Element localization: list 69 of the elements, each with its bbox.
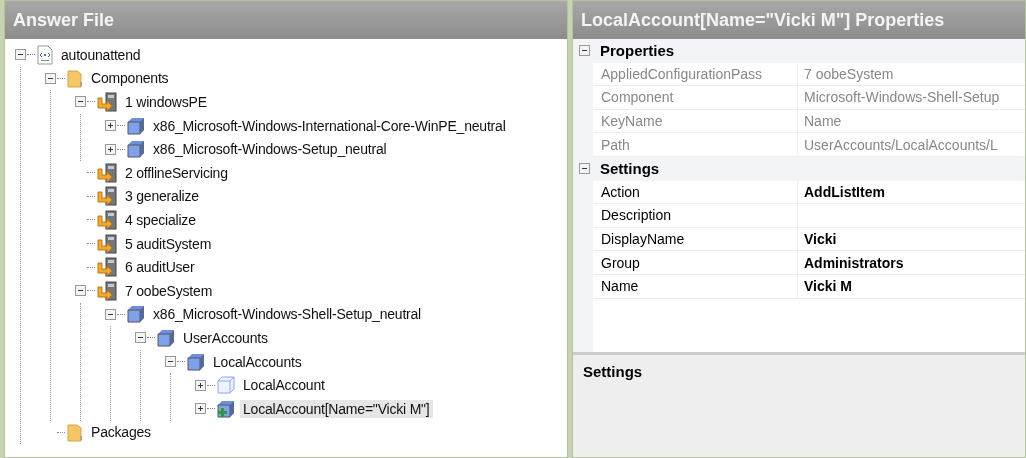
- tree-item[interactable]: autounattend: [58, 45, 144, 64]
- category-label: Settings: [600, 160, 660, 178]
- server-arrow-icon: [96, 233, 118, 254]
- collapse-toggle[interactable]: [105, 308, 116, 320]
- tree-item[interactable]: 7 oobeSystem: [122, 281, 216, 300]
- collapse-toggle[interactable]: [579, 163, 590, 175]
- cube-icon: [126, 115, 146, 136]
- tree-item[interactable]: Packages: [88, 423, 154, 442]
- folder-icon: [66, 68, 84, 89]
- tree-item[interactable]: LocalAccount[Name="Vicki M"]: [240, 399, 433, 418]
- expand-toggle[interactable]: [195, 403, 206, 415]
- property-value[interactable]: Vicki: [804, 231, 837, 248]
- tree-item[interactable]: 1 windowsPE: [122, 93, 210, 111]
- pane-title: Answer File: [5, 1, 567, 39]
- property-name: Description: [593, 204, 798, 228]
- cube-plus-icon: [216, 398, 236, 419]
- server-arrow-icon: [96, 92, 118, 112]
- collapse-toggle[interactable]: [165, 356, 176, 367]
- cube-icon: [186, 351, 206, 372]
- expand-toggle[interactable]: [105, 143, 116, 155]
- server-arrow-icon: [96, 162, 118, 183]
- property-name: Action: [593, 180, 798, 205]
- tree-item[interactable]: UserAccounts: [180, 328, 271, 347]
- description-title: Settings: [583, 363, 644, 380]
- tree-item[interactable]: 5 auditSystem: [122, 234, 215, 253]
- tree-item[interactable]: LocalAccount: [240, 376, 328, 395]
- property-value[interactable]: Administrators: [804, 254, 904, 271]
- collapse-toggle[interactable]: [45, 72, 56, 84]
- property-value[interactable]: AddListItem: [804, 183, 885, 200]
- collapse-toggle[interactable]: [75, 96, 86, 108]
- tree-item[interactable]: 2 offlineServicing: [122, 163, 231, 182]
- property-value[interactable]: UserAccounts/LocalAccounts/L: [804, 136, 998, 153]
- tree-item[interactable]: 3 generalize: [122, 187, 202, 206]
- collapse-toggle[interactable]: [75, 285, 86, 297]
- property-name: Path: [593, 133, 798, 157]
- tree-item[interactable]: x86_Microsoft-Windows-Shell-Setup_neutral: [150, 305, 425, 324]
- property-name: Component: [593, 86, 798, 110]
- tree-item[interactable]: LocalAccounts: [210, 352, 305, 371]
- collapse-toggle[interactable]: [135, 332, 146, 344]
- cube-icon: [156, 327, 176, 348]
- folder-icon: [66, 422, 84, 443]
- tree-item[interactable]: x86_Microsoft-Windows-International-Core-WinPE_neutral: [150, 116, 509, 135]
- document-icon: [36, 44, 54, 65]
- tree-item[interactable]: 4 specialize: [122, 210, 199, 229]
- cube-outline-icon: [216, 375, 236, 396]
- pane-title: LocalAccount[Name="Vicki M"] Properties: [573, 1, 1025, 39]
- property-name: Name: [593, 274, 798, 299]
- server-arrow-icon: [96, 257, 118, 278]
- property-value[interactable]: Vicki M: [804, 278, 852, 295]
- cube-icon: [126, 304, 146, 325]
- cube-icon: [126, 139, 146, 160]
- property-name: KeyName: [593, 109, 798, 134]
- expand-toggle[interactable]: [195, 379, 206, 391]
- property-name: Group: [593, 251, 798, 275]
- property-name: DisplayName: [593, 227, 798, 252]
- property-value[interactable]: Microsoft-Windows-Shell-Setup: [804, 89, 1000, 106]
- tree-item[interactable]: 6 auditUser: [122, 258, 198, 277]
- tree-item[interactable]: x86_Microsoft-Windows-Setup_neutral: [150, 140, 390, 159]
- tree-item[interactable]: Components: [88, 69, 172, 88]
- category-label: Properties: [600, 42, 675, 60]
- collapse-toggle[interactable]: [579, 45, 590, 57]
- property-value[interactable]: Name: [804, 113, 842, 130]
- collapse-toggle[interactable]: [15, 49, 26, 61]
- server-arrow-icon: [96, 209, 118, 230]
- property-name: AppliedConfigurationPass: [593, 62, 798, 87]
- server-arrow-icon: [96, 280, 118, 301]
- expand-toggle[interactable]: [105, 120, 116, 132]
- server-arrow-icon: [96, 186, 118, 207]
- property-value[interactable]: 7 oobeSystem: [804, 65, 894, 82]
